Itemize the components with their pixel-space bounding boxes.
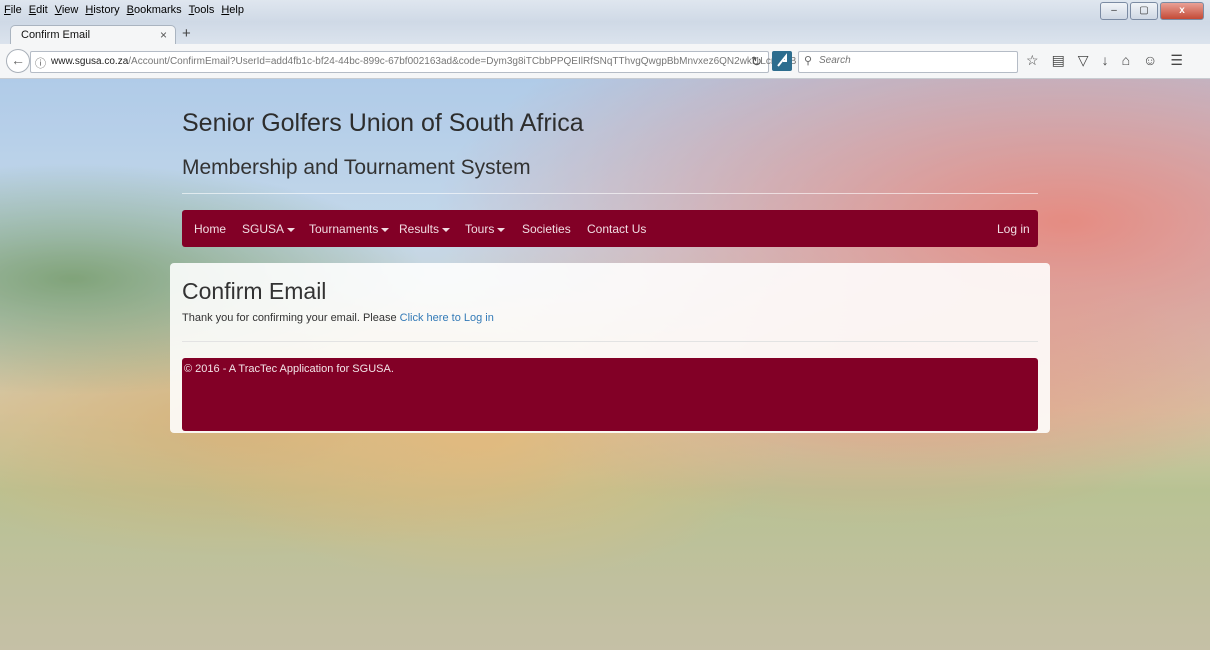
content-divider bbox=[182, 341, 1038, 342]
menu-view[interactable]: View bbox=[55, 4, 79, 16]
tab-strip: Confirm Email × + bbox=[0, 22, 1210, 45]
chat-icon[interactable]: ☺ bbox=[1143, 52, 1157, 69]
confirm-message: Thank you for confirming your email. Ple… bbox=[182, 312, 494, 324]
reading-list-icon[interactable]: ▤ bbox=[1052, 52, 1065, 69]
maximize-button[interactable]: ▢ bbox=[1130, 2, 1158, 20]
chevron-down-icon bbox=[381, 227, 390, 232]
pocket-icon[interactable]: ▽ bbox=[1078, 52, 1089, 69]
tab-title: Confirm Email bbox=[21, 29, 91, 41]
nav-contact-us[interactable]: Contact Us bbox=[587, 222, 646, 236]
close-tab-icon[interactable]: × bbox=[160, 28, 167, 42]
nav-tournaments-label: Tournaments bbox=[309, 222, 379, 236]
search-input[interactable] bbox=[817, 54, 1011, 67]
chevron-down-icon bbox=[442, 227, 451, 232]
url-domain: www.sgusa.co.za bbox=[51, 56, 129, 67]
login-link[interactable]: Click here to Log in bbox=[400, 312, 494, 324]
info-icon[interactable]: ⓘ bbox=[35, 55, 46, 71]
window-controls: – ▢ x bbox=[1100, 2, 1204, 20]
reload-icon[interactable]: ↻ bbox=[751, 54, 762, 70]
confirm-message-text: Thank you for confirming your email. Ple… bbox=[182, 312, 397, 324]
menu-history[interactable]: History bbox=[85, 4, 119, 16]
close-window-button[interactable]: x bbox=[1160, 2, 1204, 20]
nav-results-label: Results bbox=[399, 222, 440, 236]
url-text: www.sgusa.co.za/Account/ConfirmEmail?Use… bbox=[51, 56, 796, 67]
nav-log-in[interactable]: Log in bbox=[997, 222, 1030, 236]
search-box[interactable]: ⚲ bbox=[798, 51, 1018, 73]
menu-bookmarks[interactable]: Bookmarks bbox=[127, 4, 182, 16]
menu-edit[interactable]: Edit bbox=[29, 4, 48, 16]
url-bar[interactable]: ⓘ www.sgusa.co.za/Account/ConfirmEmail?U… bbox=[30, 51, 796, 73]
nav-results[interactable]: Results bbox=[399, 222, 451, 236]
nav-tours[interactable]: Tours bbox=[465, 222, 506, 236]
go-arrow-icon bbox=[777, 53, 787, 67]
site-subtitle: Membership and Tournament System bbox=[182, 156, 531, 179]
page-background: Senior Golfers Union of South Africa Mem… bbox=[0, 79, 1210, 650]
nav-societies[interactable]: Societies bbox=[522, 222, 571, 236]
footer: © 2016 - A TracTec Application for SGUSA… bbox=[182, 358, 1038, 431]
nav-tours-label: Tours bbox=[465, 222, 495, 236]
bookmark-star-icon[interactable]: ☆ bbox=[1026, 52, 1039, 69]
main-nav: Home SGUSA Tournaments Results Tours Soc… bbox=[182, 210, 1038, 247]
page-title: Confirm Email bbox=[182, 278, 327, 304]
footer-text: © 2016 - A TracTec Application for SGUSA… bbox=[184, 363, 394, 375]
minimize-button[interactable]: – bbox=[1100, 2, 1128, 20]
menu-file[interactable]: File bbox=[4, 4, 22, 16]
new-tab-button[interactable]: + bbox=[182, 25, 191, 42]
site-title: Senior Golfers Union of South Africa bbox=[182, 109, 584, 137]
menu-items: File Edit View History Bookmarks Tools H… bbox=[4, 4, 244, 16]
menu-icon[interactable]: ☰ bbox=[1170, 52, 1183, 69]
tab-confirm-email[interactable]: Confirm Email × bbox=[10, 25, 176, 45]
browser-menubar: File Edit View History Bookmarks Tools H… bbox=[0, 0, 1210, 22]
download-icon[interactable]: ↓ bbox=[1102, 52, 1109, 69]
header-divider bbox=[182, 193, 1038, 194]
menu-help[interactable]: Help bbox=[221, 4, 244, 16]
home-icon[interactable]: ⌂ bbox=[1122, 52, 1130, 69]
nav-tournaments[interactable]: Tournaments bbox=[309, 222, 390, 236]
nav-sgusa-label: SGUSA bbox=[242, 222, 285, 236]
chevron-down-icon bbox=[287, 227, 296, 232]
chevron-down-icon bbox=[497, 227, 506, 232]
back-icon[interactable]: ← bbox=[6, 49, 30, 73]
search-icon: ⚲ bbox=[804, 55, 813, 67]
go-icon[interactable] bbox=[772, 51, 792, 71]
menu-tools[interactable]: Tools bbox=[189, 4, 215, 16]
url-path: /Account/ConfirmEmail?UserId=add4fb1c-bf… bbox=[128, 56, 797, 67]
nav-home[interactable]: Home bbox=[194, 222, 226, 236]
toolbar-icons: ☆ ▤ ▽ ↓ ⌂ ☺ ☰ bbox=[1026, 52, 1183, 69]
nav-sgusa[interactable]: SGUSA bbox=[242, 222, 296, 236]
